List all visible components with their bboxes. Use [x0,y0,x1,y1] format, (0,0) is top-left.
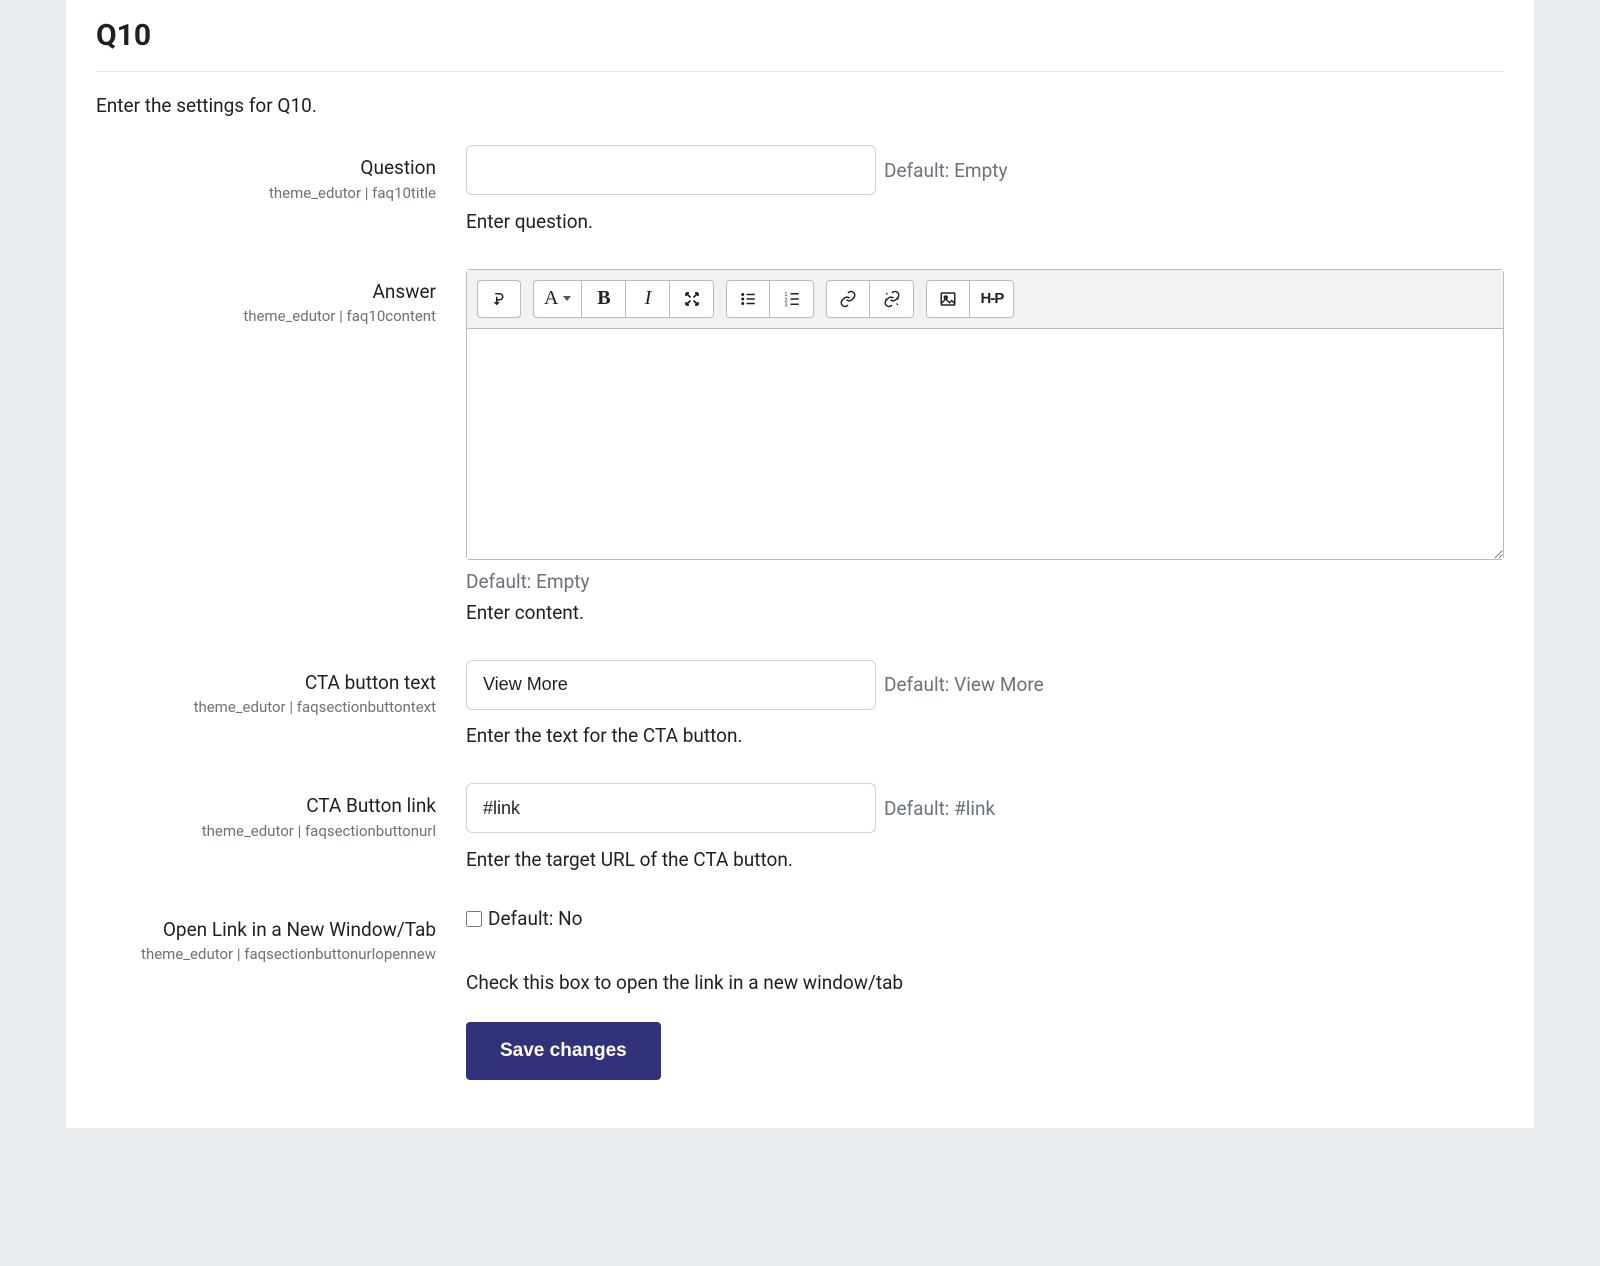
section-intro: Enter the settings for Q10. [96,94,1504,117]
h5p-icon[interactable]: H-P [970,280,1014,318]
answer-editor: A B I 123 [466,269,1504,560]
answer-sublabel: theme_edutor | faq10content [96,307,436,325]
open-new-help: Check this box to open the link in a new… [466,971,903,994]
bullet-list-icon[interactable] [726,280,770,318]
settings-card: Q10 Enter the settings for Q10. Question… [66,0,1534,1128]
cta-text-input[interactable] [466,660,876,710]
question-label: Question [96,155,436,182]
answer-label: Answer [96,279,436,306]
answer-default: Default: Empty [466,570,1504,593]
paragraph-style-dropdown[interactable]: A [533,280,582,318]
row-answer: Answer theme_edutor | faq10content A B [96,269,1504,593]
fullscreen-icon[interactable] [670,280,714,318]
open-new-sublabel: theme_edutor | faqsectionbuttonurlopenne… [96,945,436,963]
row-cta-text: CTA button text theme_edutor | faqsectio… [96,660,1504,717]
question-input[interactable] [466,145,876,195]
unlink-icon[interactable] [870,280,914,318]
cta-text-help: Enter the text for the CTA button. [466,724,742,747]
cta-text-sublabel: theme_edutor | faqsectionbuttontext [96,698,436,716]
link-icon[interactable] [826,280,870,318]
cta-link-sublabel: theme_edutor | faqsectionbuttonurl [96,822,436,840]
svg-text:3: 3 [784,302,787,308]
italic-icon[interactable]: I [626,280,670,318]
toolbar-toggle-icon[interactable] [477,280,521,318]
open-new-checkbox[interactable] [466,911,482,927]
row-open-new: Open Link in a New Window/Tab theme_edut… [96,907,1504,964]
cta-link-default: Default: #link [884,797,995,820]
question-help: Enter question. [466,210,593,233]
save-button[interactable]: Save changes [466,1022,661,1080]
answer-help: Enter content. [466,601,584,624]
open-new-default: Default: No [488,907,583,930]
cta-text-default: Default: View More [884,673,1044,696]
cta-link-label: CTA Button link [96,793,436,820]
editor-toolbar: A B I 123 [467,270,1503,329]
numbered-list-icon[interactable]: 123 [770,280,814,318]
cta-link-help: Enter the target URL of the CTA button. [466,848,793,871]
cta-text-label: CTA button text [96,670,436,697]
cta-link-input[interactable] [466,783,876,833]
question-default: Default: Empty [884,159,1007,182]
open-new-label: Open Link in a New Window/Tab [96,917,436,944]
answer-editor-body[interactable] [467,329,1503,559]
image-icon[interactable] [926,280,970,318]
row-cta-link: CTA Button link theme_edutor | faqsectio… [96,783,1504,840]
bold-icon[interactable]: B [582,280,626,318]
question-sublabel: theme_edutor | faq10title [96,184,436,202]
row-question: Question theme_edutor | faq10title Defau… [96,145,1504,202]
section-title: Q10 [96,0,1504,72]
